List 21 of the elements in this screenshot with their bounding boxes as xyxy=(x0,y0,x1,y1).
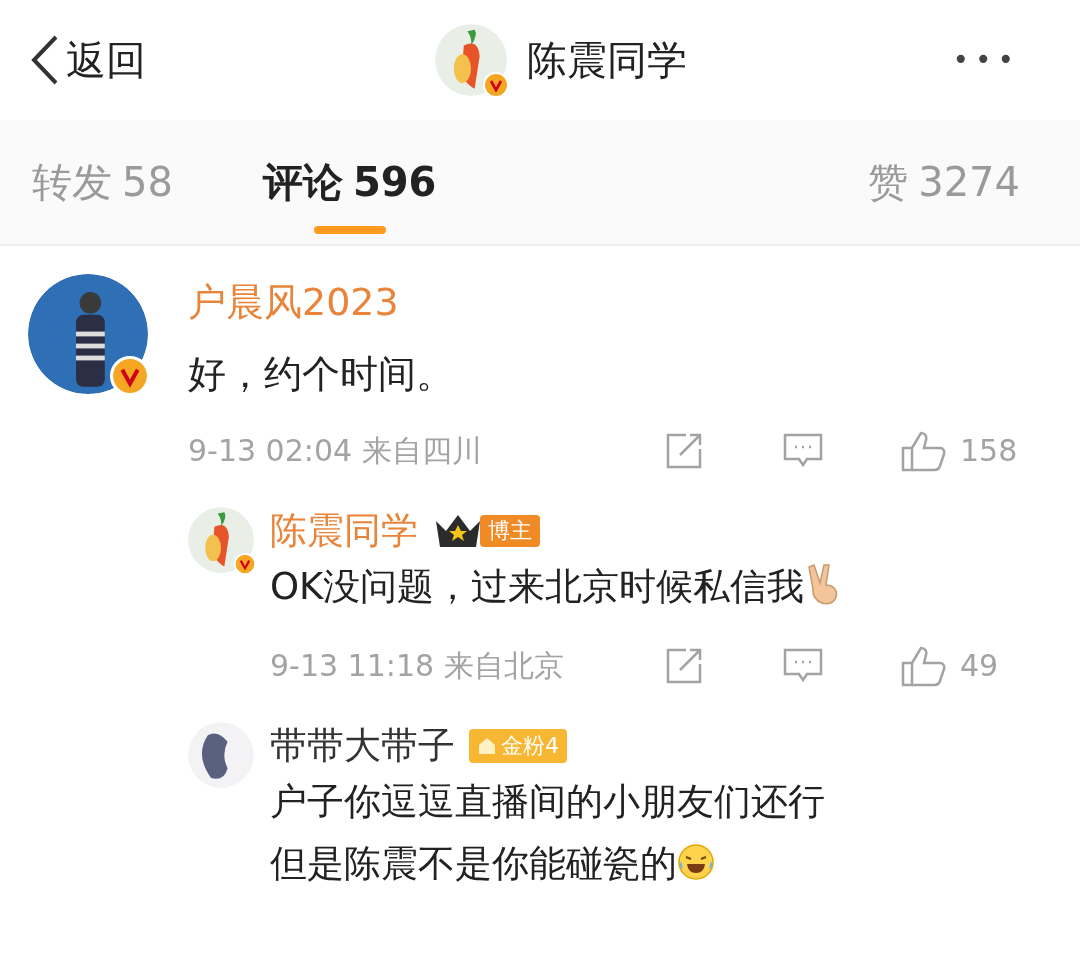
like-count: 49 xyxy=(960,647,1000,685)
host-badge: 博主 xyxy=(480,515,540,547)
comment-text: 好，约个时间。 xyxy=(188,351,455,398)
comment-text: 户子你逗逗直播间的小朋友们还行 xyxy=(270,780,825,823)
like-icon[interactable] xyxy=(900,644,946,687)
comment-text: OK没问题，过来北京时候私信我 xyxy=(270,565,805,608)
more-button[interactable]: ••• xyxy=(952,39,1020,81)
tab[interactable]: 评论 596 xyxy=(262,120,437,244)
back-chevron-icon xyxy=(30,34,60,86)
comment-text: 但是陈震不是你能碰瓷的 xyxy=(270,842,677,885)
comment-meta: 9-13 11:18 来自北京 xyxy=(270,647,564,685)
like-icon[interactable] xyxy=(900,429,946,472)
back-button[interactable]: 返回 xyxy=(30,30,290,90)
commenter-name[interactable]: 带带大带子 xyxy=(270,722,455,770)
fan-badge: 金粉4 xyxy=(469,729,567,763)
avatar[interactable] xyxy=(188,722,254,788)
like-count: 158 xyxy=(960,432,1019,470)
comment-meta: 9-13 02:04 来自四川 xyxy=(188,432,482,470)
home-icon xyxy=(477,736,497,756)
avatar[interactable] xyxy=(28,274,148,394)
window-title: 陈震同学 xyxy=(527,36,688,85)
